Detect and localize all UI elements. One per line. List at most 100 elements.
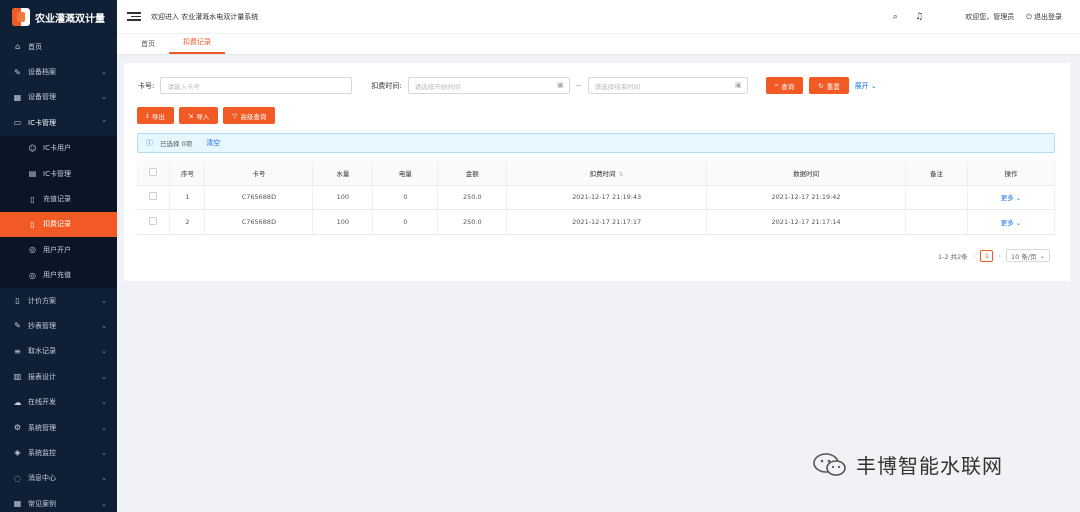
sort-icon[interactable]: ⇅ <box>619 171 624 178</box>
expand-label: 展开 <box>854 81 869 90</box>
menu-toggle-icon[interactable] <box>127 12 141 21</box>
cell-power: 0 <box>372 185 439 210</box>
sidebar-item-pricing[interactable]: ▯ 计价方案 ⌄ <box>0 288 117 313</box>
prev-page-icon[interactable]: ‹ <box>973 252 976 260</box>
clear-selection-link[interactable]: 清空 <box>206 138 220 148</box>
sidebar-item-cases[interactable]: ▦ 常见案例 ⌄ <box>0 491 117 512</box>
column-header-sortable[interactable]: 扣费时间 ⇅ <box>506 161 708 186</box>
export-label: 导出 <box>151 112 165 121</box>
column-header: 电量 <box>372 161 439 186</box>
selection-count: 已选择 0项 <box>160 140 193 148</box>
import-icon: ⇲ <box>187 111 194 120</box>
advanced-query-label: 高级查询 <box>240 112 267 121</box>
cell-data-time: 2021-12-17 21:19:42 <box>706 185 906 210</box>
sidebar-item-online-dev[interactable]: ☁ 在线开发 ⌄ <box>0 389 117 414</box>
start-time-placeholder: 请选择开始时间 <box>414 82 461 91</box>
sidebar-item-label: 设备管理 <box>28 93 56 102</box>
edit-icon: ✎ <box>14 321 21 331</box>
sidebar-item-water-records[interactable]: ≡ 取水记录 ⌄ <box>0 339 117 364</box>
app-logo[interactable]: 农业灌溉双计量 <box>0 0 117 34</box>
chevron-down-icon: ⌄ <box>101 93 107 102</box>
table-header-row: 序号 卡号 水量 电量 金额 扣费时间 ⇅ 数据时间 备注 操作 <box>137 161 1056 186</box>
logo-icon <box>12 8 30 26</box>
sidebar-item-user-recharge[interactable]: ◎ 用户充值 <box>0 263 117 288</box>
chevron-down-icon: ⌄ <box>101 321 107 330</box>
advanced-query-button[interactable]: ▽ 高级查询 <box>223 107 276 124</box>
tab-deduct-records[interactable]: 扣费记录 <box>169 37 225 54</box>
expand-link[interactable]: 展开 ⌄ <box>855 81 877 91</box>
sidebar-item-device-archive[interactable]: ✎ 设备档案 ⌄ <box>0 59 117 84</box>
chevron-down-icon: ⌄ <box>1015 194 1022 203</box>
sidebar-item-label: 常见案例 <box>28 499 56 508</box>
end-time-placeholder: 请选择结束时间 <box>594 82 641 91</box>
reset-button-label: 重置 <box>826 82 840 91</box>
page-number-current[interactable]: 1 <box>980 249 994 262</box>
sidebar-item-recharge-records[interactable]: ▯ 充值记录 <box>0 186 117 211</box>
info-icon: ⓘ <box>146 139 153 147</box>
table-row: 2 C765688D 100 0 250.0 2021-12-17 21:17:… <box>137 209 1056 235</box>
doc-icon: ▯ <box>15 296 20 306</box>
sidebar-item-deduct-records[interactable]: ▯ 扣费记录 <box>0 211 117 238</box>
sidebar-item-label: 消息中心 <box>28 474 56 483</box>
sidebar: 农业灌溉双计量 ⌂ 首页 ✎ 设备档案 ⌄ ▦ 设备管理 ⌄ ▭ IC卡管理 ⌃… <box>0 0 117 512</box>
chevron-down-icon: ⌄ <box>101 423 107 432</box>
import-button[interactable]: ⇲ 导入 <box>178 107 219 124</box>
app-title: 农业灌溉双计量 <box>35 13 105 25</box>
sidebar-item-message-center[interactable]: ◌ 消息中心 ⌄ <box>0 466 117 491</box>
cell-deduct-time: 2021-12-17 21:19:43 <box>506 185 708 210</box>
page-tabs: 首页 扣费记录 <box>117 34 1080 55</box>
sidebar-item-label: 抄表管理 <box>28 321 56 330</box>
sidebar-item-label: IC卡管理 <box>43 169 71 178</box>
card-number-input[interactable]: 请输入卡号 <box>160 77 353 94</box>
start-time-input[interactable]: 请选择开始时间 ▣ <box>407 77 570 94</box>
row-checkbox[interactable] <box>149 216 158 225</box>
sidebar-item-label: 报表设计 <box>28 372 56 381</box>
sidebar-item-label: 扣费记录 <box>43 220 71 229</box>
sidebar-item-system-monitor[interactable]: ◈ 系统监控 ⌄ <box>0 440 117 465</box>
doc-icon: ▯ <box>30 194 35 204</box>
more-label: 更多 <box>1000 194 1014 203</box>
search-icon[interactable]: ⌕ <box>889 12 901 22</box>
chevron-up-icon: ⌃ <box>101 118 107 127</box>
sidebar-item-label: 系统管理 <box>28 423 56 432</box>
sidebar-item-home[interactable]: ⌂ 首页 <box>0 34 117 59</box>
reset-button[interactable]: ↻ 重置 <box>809 77 849 94</box>
users-icon: ☺ <box>28 143 37 153</box>
sidebar-item-device-manage[interactable]: ▦ 设备管理 ⌄ <box>0 85 117 110</box>
user-greeting[interactable]: 欢迎您，管理员 <box>965 12 1014 22</box>
cell-water: 100 <box>312 185 374 210</box>
top-header: 欢迎进入 农业灌溉水电双计量系统 ⌕ ♫ 欢迎您，管理员 ⏻ 退出登录 <box>117 0 1080 34</box>
bell-icon[interactable]: ♫ <box>913 12 925 22</box>
sidebar-item-label: 计价方案 <box>28 296 56 305</box>
sidebar-item-open-account[interactable]: ◎ 用户开户 <box>0 237 117 262</box>
calendar-icon: ▣ <box>734 81 742 89</box>
page-size-select[interactable]: 10 条/页 ⌄ <box>1006 249 1050 262</box>
action-toolbar: ⤓ 导出 ⇲ 导入 ▽ 高级查询 <box>137 107 276 124</box>
table-row: 1 C765688D 100 0 250.0 2021-12-17 21:19:… <box>137 185 1056 210</box>
chevron-down-icon: ⌄ <box>101 68 107 77</box>
export-button[interactable]: ⤓ 导出 <box>137 107 174 124</box>
more-dropdown[interactable]: 更多 ⌄ <box>1001 219 1022 227</box>
grid-icon: ▦ <box>13 499 22 509</box>
sidebar-item-ic-users[interactable]: ☺ IC卡用户 <box>0 136 117 161</box>
sidebar-item-report-design[interactable]: ▥ 报表设计 ⌄ <box>0 364 117 389</box>
row-checkbox[interactable] <box>149 192 158 201</box>
search-icon: ⌕ <box>774 81 779 89</box>
logout-button[interactable]: ⏻ 退出登录 <box>1026 12 1062 22</box>
sidebar-item-meter-reading[interactable]: ✎ 抄表管理 ⌄ <box>0 313 117 338</box>
more-dropdown[interactable]: 更多 ⌄ <box>1001 194 1022 202</box>
content-card: 卡号: 请输入卡号 扣费时间: 请选择开始时间 ▣ ~ 请选择结束时间 ▣ ⌕ 查… <box>124 63 1070 281</box>
sidebar-item-ic-manage[interactable]: ▤ IC卡管理 <box>0 161 117 186</box>
sidebar-item-system-manage[interactable]: ⚙ 系统管理 ⌄ <box>0 415 117 440</box>
next-page-icon[interactable]: › <box>998 252 1001 260</box>
cell-actions: 更多 ⌄ <box>967 209 1056 235</box>
search-button[interactable]: ⌕ 查询 <box>765 77 804 94</box>
select-all-checkbox[interactable] <box>149 167 158 176</box>
header-actions: ⌕ ♫ 欢迎您，管理员 ⏻ 退出登录 <box>889 0 1062 34</box>
end-time-input[interactable]: 请选择结束时间 ▣ <box>587 77 748 94</box>
sidebar-item-label: IC卡管理 <box>28 118 56 127</box>
tab-home[interactable]: 首页 <box>127 39 169 54</box>
sidebar-item-ic-card[interactable]: ▭ IC卡管理 ⌃ <box>0 110 117 135</box>
column-header: 操作 <box>967 161 1056 186</box>
logout-label: 退出登录 <box>1034 13 1062 21</box>
